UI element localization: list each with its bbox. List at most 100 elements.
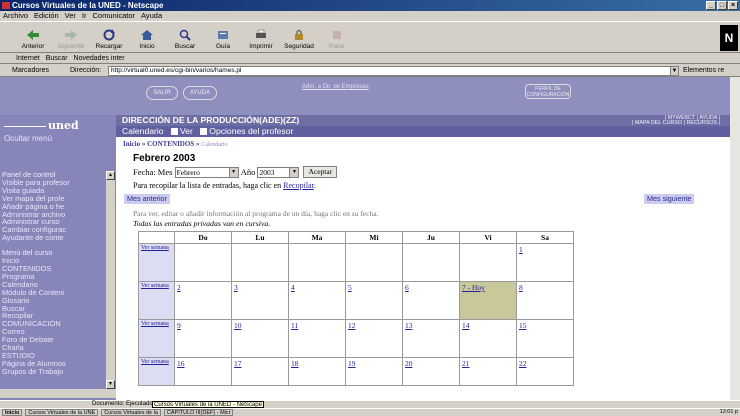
opciones-tab[interactable]: Opciones del profesor — [209, 126, 293, 136]
menu-item[interactable]: Añadir página o he — [2, 203, 106, 211]
security-button[interactable]: Seguridad — [280, 22, 318, 52]
ver-semana-link[interactable]: Ver semana — [141, 359, 172, 366]
day-cell[interactable]: 4 — [288, 281, 346, 320]
menu-item[interactable]: Administrar archivo — [2, 211, 106, 219]
netscape-logo[interactable]: N — [720, 25, 738, 51]
day-cell[interactable]: 21 — [459, 357, 517, 386]
print-button[interactable]: Imprimir — [242, 22, 280, 52]
reload-button[interactable]: Recargar — [90, 22, 128, 52]
scroll-down-icon[interactable]: ▼ — [106, 380, 115, 389]
month-select[interactable]: Febrero ▼ — [174, 166, 239, 178]
day-number-link[interactable]: 4 — [291, 283, 295, 292]
ver-semana-link[interactable]: Ver semana — [141, 245, 172, 252]
day-cell[interactable]: 6 — [402, 281, 460, 320]
menu-header[interactable]: Menú del curso — [2, 249, 106, 257]
menu-item[interactable]: Ver mapa del profe — [2, 195, 106, 203]
day-number-link[interactable]: 17 — [234, 359, 242, 368]
next-month-button[interactable]: Mes siguiente — [644, 194, 695, 204]
day-number-link[interactable]: 6 — [405, 283, 409, 292]
day-cell[interactable]: 19 — [345, 357, 403, 386]
day-number-link[interactable]: 22 — [519, 359, 527, 368]
menu-item[interactable]: Cambiar configurac — [2, 226, 106, 234]
ver-semana-link[interactable]: Ver semana — [141, 283, 172, 290]
day-number-link[interactable]: 21 — [462, 359, 470, 368]
menu-item[interactable]: Recopilar — [2, 312, 106, 320]
day-cell[interactable]: 15 — [516, 319, 574, 358]
day-number-link[interactable]: 13 — [405, 321, 413, 330]
bookmark-novedades[interactable]: Novedades inter — [74, 53, 125, 63]
day-cell[interactable]: 3 — [231, 281, 289, 320]
url-field[interactable]: http://virtual0.uned.es/cgi-bin/varios/h… — [108, 66, 678, 76]
admin-link[interactable]: Adm. a Dir. de Empresas — [302, 84, 369, 90]
menu-item[interactable]: ESTUDIO — [2, 352, 106, 360]
day-cell[interactable]: 8 — [516, 281, 574, 320]
close-icon[interactable]: × — [728, 1, 738, 10]
stop-button[interactable]: Parar — [318, 22, 356, 52]
day-cell[interactable]: 18 — [288, 357, 346, 386]
day-number-link[interactable]: 15 — [519, 321, 527, 330]
prev-month-button[interactable]: Mes anterior — [124, 194, 170, 204]
day-number-link[interactable]: 16 — [177, 359, 185, 368]
menu-ayuda[interactable]: Ayuda — [141, 11, 162, 21]
menu-hscrollbar[interactable] — [0, 389, 116, 398]
day-cell[interactable]: 7 - Hoy — [459, 281, 517, 320]
menu-comunicator[interactable]: Comunicator — [92, 11, 135, 21]
recopilar-link[interactable]: Recopilar — [283, 181, 314, 190]
day-number-link[interactable]: 10 — [234, 321, 242, 330]
salir-button[interactable]: SALIR — [146, 86, 178, 100]
day-cell[interactable]: 12 — [345, 319, 403, 358]
menu-item[interactable]: Visita guiada — [2, 187, 106, 195]
menu-item[interactable]: Visible para profesor — [2, 179, 106, 187]
year-select[interactable]: 2003 ▼ — [257, 166, 300, 178]
back-button[interactable]: Anterior — [14, 22, 52, 52]
day-cell[interactable]: 5 — [345, 281, 403, 320]
day-cell[interactable]: 20 — [402, 357, 460, 386]
menu-ir[interactable]: Ir — [82, 11, 87, 21]
menu-item[interactable]: CONTENIDOS — [2, 265, 106, 273]
guide-button[interactable]: Guía — [204, 22, 242, 52]
day-number-link[interactable]: 12 — [348, 321, 356, 330]
menu-ver[interactable]: Ver — [65, 11, 76, 21]
menu-item[interactable]: Inicio — [2, 257, 106, 265]
breadcrumb-inicio[interactable]: Inicio — [123, 140, 140, 148]
ayuda-button[interactable]: AYUDA — [183, 86, 217, 100]
day-number-link[interactable]: 1 — [519, 245, 523, 254]
start-button[interactable]: Inicio — [2, 409, 23, 416]
bookmark-internet[interactable]: Internet — [16, 53, 40, 63]
day-number-link[interactable]: 2 — [177, 283, 181, 292]
day-number-link[interactable]: 20 — [405, 359, 413, 368]
bookmarks-button[interactable]: Marcadores — [12, 64, 49, 77]
menu-item[interactable]: Página de Alumnos — [2, 360, 106, 368]
menu-item[interactable]: COMUNICACIÓN — [2, 320, 106, 328]
menu-item[interactable]: Correo — [2, 328, 106, 336]
day-cell[interactable]: 2 — [174, 281, 232, 320]
menu-item[interactable]: Ayudante de conte — [2, 234, 106, 242]
menu-item[interactable]: Grupos de Trabajo — [2, 368, 106, 376]
menu-item[interactable]: Glosario — [2, 297, 106, 305]
aceptar-button[interactable]: Aceptar — [303, 166, 338, 178]
menu-item[interactable]: Foro de Debate — [2, 336, 106, 344]
ver-semana-link[interactable]: Ver semana — [141, 321, 172, 328]
day-cell[interactable]: 13 — [402, 319, 460, 358]
day-number-link[interactable]: 3 — [234, 283, 238, 292]
day-cell[interactable]: 10 — [231, 319, 289, 358]
day-number-link[interactable]: 14 — [462, 321, 470, 330]
menu-item[interactable]: Charla — [2, 344, 106, 352]
task-item-1[interactable]: Cursos Virtuales de la UNE — [25, 409, 99, 416]
day-cell[interactable]: 14 — [459, 319, 517, 358]
day-cell[interactable]: 22 — [516, 357, 574, 386]
menu-scrollbar[interactable]: ▲ ▼ — [106, 171, 115, 389]
perfil-button[interactable]: PERFIL DE CONFIGURACIÓN — [525, 84, 571, 99]
day-number-link[interactable]: 18 — [291, 359, 299, 368]
home-button[interactable]: Inicio — [128, 22, 166, 52]
menu-item[interactable]: Buscar — [2, 305, 106, 313]
menu-header[interactable]: Panel de control — [2, 171, 106, 179]
menu-item[interactable]: Programa — [2, 273, 106, 281]
search-button[interactable]: Buscar — [166, 22, 204, 52]
ver-tab[interactable]: Ver — [180, 126, 193, 136]
task-item-2[interactable]: Cursos Virtuales de la — [101, 409, 161, 416]
day-cell[interactable]: 16 — [174, 357, 232, 386]
url-dropdown-icon[interactable]: ▼ — [670, 66, 679, 76]
day-cell[interactable]: 1 — [516, 243, 574, 282]
menu-item[interactable]: Módulo de Conteni — [2, 289, 106, 297]
